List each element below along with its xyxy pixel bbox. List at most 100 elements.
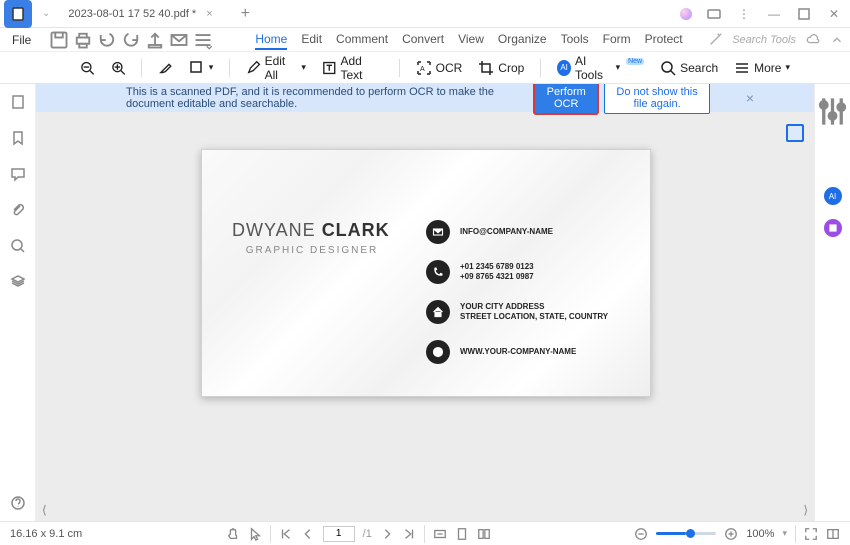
prev-page-icon[interactable] [301,527,315,541]
tab-close-icon[interactable]: × [206,8,212,20]
contact-phone: +01 2345 6789 0123+09 8765 4321 0987 [426,260,620,284]
globe-icon [426,340,450,364]
ocr-button[interactable]: AOCR [416,60,463,76]
tab-form[interactable]: Form [603,30,631,50]
bookmarks-icon[interactable] [10,130,26,146]
tab-title: 2023-08-01 17 52 40.pdf * [68,8,196,20]
crop-badge-icon[interactable] [786,124,804,142]
more-button[interactable]: More▾ [734,60,790,76]
print-icon[interactable] [73,30,93,50]
search-panel-icon[interactable] [10,238,26,254]
cloud-icon[interactable] [806,33,820,47]
workspace: This is a scanned PDF, and it is recomme… [0,84,850,521]
zoom-out-icon[interactable] [80,60,95,76]
document-tab[interactable]: 2023-08-01 17 52 40.pdf * × [58,2,222,26]
app-logo [4,0,32,28]
shape-tool[interactable]: ▾ [189,60,214,76]
page-total: /1 [363,528,372,540]
last-page-icon[interactable] [402,527,416,541]
file-menu[interactable]: File [6,33,37,47]
zoom-in-btn[interactable] [724,527,738,541]
two-page-icon[interactable] [477,527,491,541]
close-button[interactable]: ✕ [826,6,842,22]
contact-address: YOUR CITY ADDRESSSTREET LOCATION, STATE,… [426,300,620,324]
tab-convert[interactable]: Convert [402,30,444,50]
next-page-icon[interactable] [380,527,394,541]
help-icon[interactable] [10,495,26,511]
maximize-button[interactable] [796,6,812,22]
thumbnails-icon[interactable] [10,94,26,110]
edit-all-button[interactable]: Edit All▾ [246,54,306,82]
contact-email: INFO@COMPANY-NAME [426,220,620,244]
menu-bar: File Home Edit Comment Convert View Orga… [0,28,850,52]
tab-home[interactable]: Home [255,30,287,50]
tab-organize[interactable]: Organize [498,30,547,50]
export-icon[interactable] [145,30,165,50]
search-button[interactable]: Search [660,60,718,76]
kebab-icon[interactable]: ⋮ [736,6,752,22]
tab-comment[interactable]: Comment [336,30,388,50]
notice-text: This is a scanned PDF, and it is recomme… [126,86,534,110]
scroll-right-arrow[interactable]: ⟩ [803,503,808,517]
contact-web: WWW.YOUR-COMPANY-NAME [426,340,620,364]
tab-view[interactable]: View [458,30,484,50]
first-page-icon[interactable] [279,527,293,541]
notice-close-icon[interactable]: × [746,90,754,106]
save-icon[interactable] [49,30,69,50]
home-icon [426,300,450,324]
wand-icon[interactable] [708,33,722,47]
dismiss-file-button[interactable]: Do not show this file again. [604,84,709,114]
layers-icon[interactable] [10,274,26,290]
sliders-icon[interactable] [815,94,850,129]
attachments-icon[interactable] [10,202,26,218]
highlighter-icon[interactable] [158,60,173,76]
card-name: DWYANE CLARK [232,220,426,241]
page-number-input[interactable] [323,526,355,542]
fit-width-icon[interactable] [433,527,447,541]
ai-sidebar-icon[interactable]: AI [824,187,842,205]
svg-text:A: A [420,66,425,73]
zoom-out-btn[interactable] [634,527,648,541]
tab-edit[interactable]: Edit [301,30,322,50]
new-tab-button[interactable]: + [235,5,256,23]
document-canvas[interactable]: This is a scanned PDF, and it is recomme… [36,84,814,521]
sidebar-left [0,84,36,521]
page-dimensions: 16.16 x 9.1 cm [10,528,82,540]
minimize-button[interactable]: — [766,6,782,22]
dropdown-caret-icon[interactable] [193,30,213,50]
ribbon-toolbar: ▾ Edit All▾ Add Text AOCR Crop AIAI Tool… [0,52,850,84]
hand-tool-icon[interactable] [226,527,240,541]
zoom-slider[interactable] [656,532,716,535]
perform-ocr-button[interactable]: Perform OCR [534,84,598,114]
redo-icon[interactable] [121,30,141,50]
business-card-page: DWYANE CLARK GRAPHIC DESIGNER INFO@COMPA… [201,149,651,397]
collapse-icon[interactable] [830,33,844,47]
ocr-notice-bar: This is a scanned PDF, and it is recomme… [36,84,814,112]
search-tools-input[interactable]: Search Tools [732,34,796,46]
fit-page-icon[interactable] [455,527,469,541]
zoom-level[interactable]: 100% [746,528,774,540]
crop-button[interactable]: Crop [478,60,524,76]
account-avatar[interactable] [680,8,692,20]
tab-tools[interactable]: Tools [561,30,589,50]
scroll-left-arrow[interactable]: ⟨ [42,503,47,517]
fullscreen-icon[interactable] [804,527,818,541]
ai-tools-button[interactable]: AIAI Tools▾New [557,54,644,82]
tab-protect[interactable]: Protect [645,30,683,50]
card-role: GRAPHIC DESIGNER [232,245,392,256]
comments-icon[interactable] [10,166,26,182]
mail-icon[interactable] [169,30,189,50]
ai-alt-icon[interactable] [824,219,842,237]
select-tool-icon[interactable] [248,527,262,541]
sidebar-right: AI [814,84,850,521]
add-text-button[interactable]: Add Text [322,54,383,82]
read-mode-icon[interactable] [826,527,840,541]
zoom-in-icon[interactable] [111,60,126,76]
mail-icon [426,220,450,244]
phone-icon [426,260,450,284]
menu-tabs: Home Edit Comment Convert View Organize … [255,30,682,50]
undo-icon[interactable] [97,30,117,50]
titlebar: ⌄ 2023-08-01 17 52 40.pdf * × + ⋮ — ✕ [0,0,850,28]
share-icon[interactable] [706,6,722,22]
status-bar: 16.16 x 9.1 cm /1 100%▾ [0,521,850,545]
